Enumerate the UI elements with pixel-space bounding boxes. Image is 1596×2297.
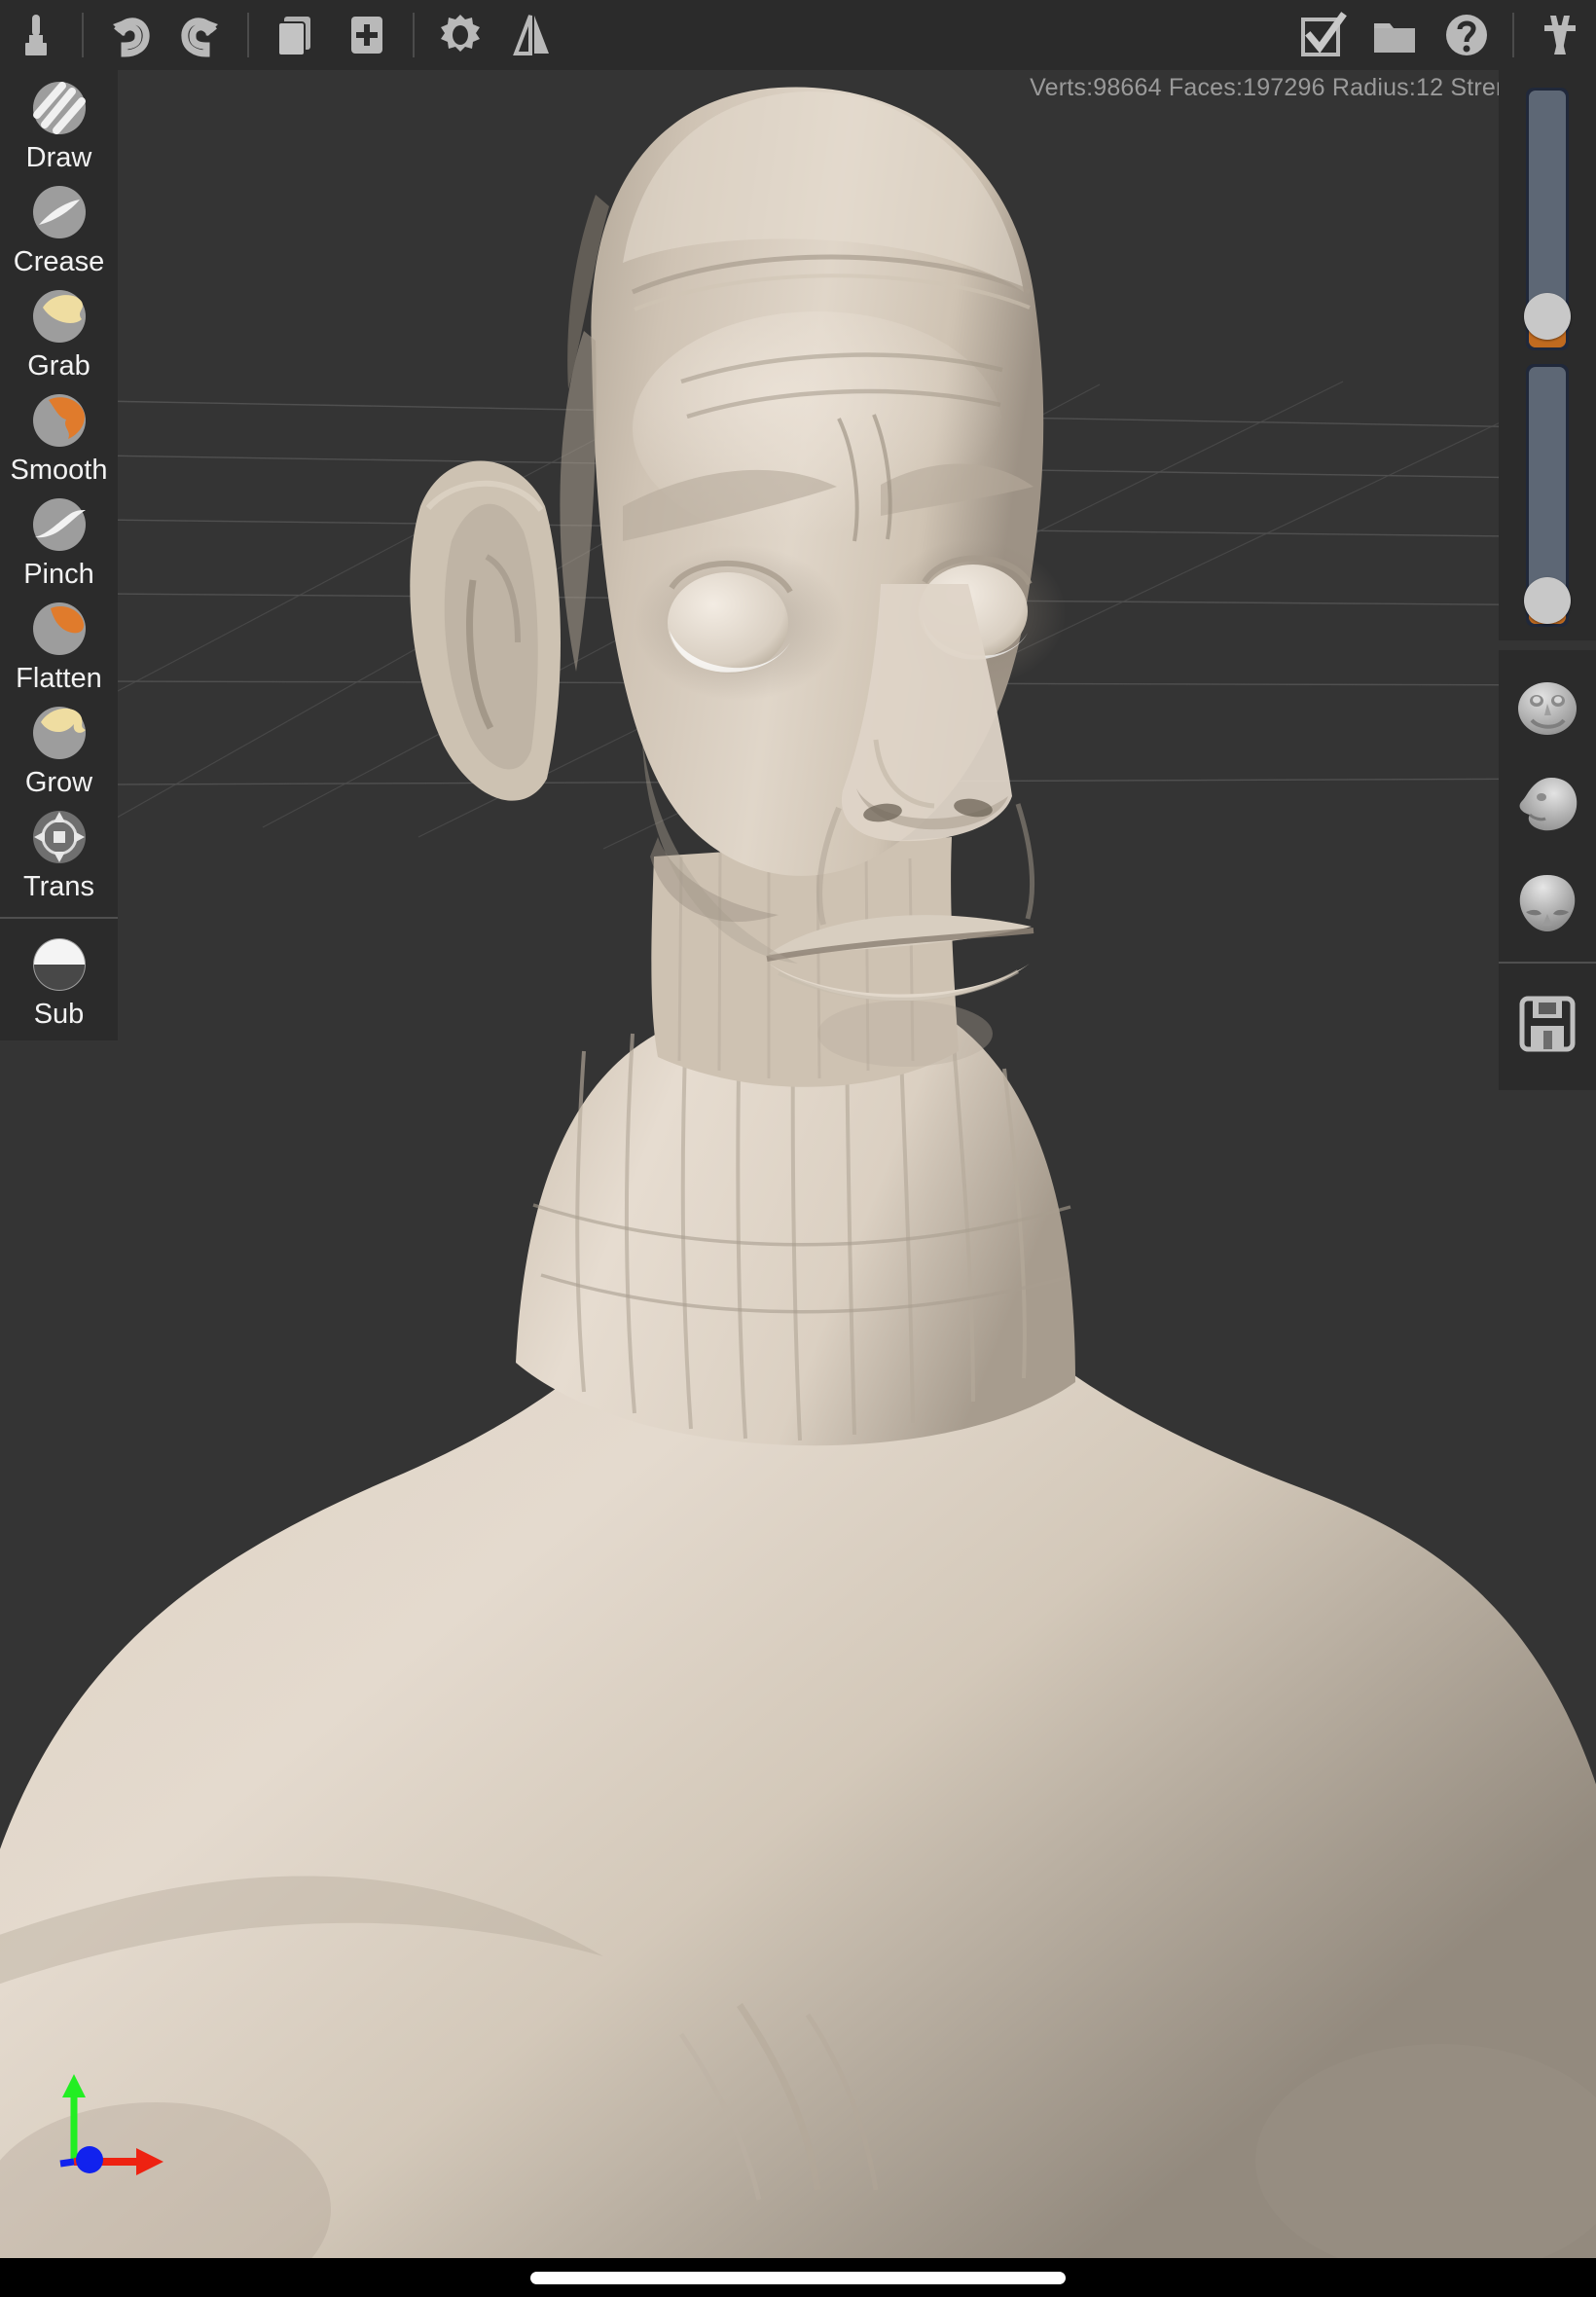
- checkbox-icon: [1301, 12, 1347, 56]
- axis-gizmo[interactable]: [47, 2068, 173, 2185]
- smooth-brush-icon: [29, 390, 90, 451]
- sidebar-item-grow[interactable]: Grow: [0, 695, 118, 799]
- measure-button[interactable]: [1524, 0, 1596, 70]
- preset-head-profile[interactable]: [1499, 757, 1596, 855]
- head-front-preview-icon: [1518, 682, 1577, 735]
- toolbar-divider-4: [1512, 13, 1514, 57]
- layers-button[interactable]: [259, 0, 331, 70]
- toolbar-divider-3: [413, 13, 415, 57]
- open-button[interactable]: [1359, 0, 1431, 70]
- toolbar-divider-2: [247, 13, 249, 57]
- radius-slider[interactable]: [1524, 88, 1571, 350]
- mirror-icon: [513, 15, 549, 55]
- sidebar-item-grab[interactable]: Grab: [0, 278, 118, 383]
- top-toolbar: [0, 0, 1596, 70]
- sidebar-item-pinch[interactable]: Pinch: [0, 487, 118, 591]
- home-indicator[interactable]: [530, 2272, 1066, 2284]
- settings-button[interactable]: [424, 0, 496, 70]
- save-button[interactable]: [1499, 975, 1596, 1073]
- sidebar-group-divider: [0, 917, 118, 919]
- tool-sidebar: Draw Crease Grab Smooth Pinch Flatten Gr…: [0, 70, 118, 1040]
- brush-button[interactable]: [0, 0, 72, 70]
- sidebar-label-crease: Crease: [13, 246, 105, 277]
- add-icon: [351, 17, 382, 54]
- sidebar-label-sub: Sub: [33, 999, 85, 1030]
- sidebar-label-smooth: Smooth: [10, 455, 108, 486]
- undo-button[interactable]: [93, 0, 165, 70]
- sidebar-label-trans: Trans: [22, 871, 95, 902]
- redo-icon: [181, 18, 218, 57]
- strength-slider[interactable]: [1524, 364, 1571, 627]
- preset-head-front[interactable]: [1499, 660, 1596, 757]
- gear-icon: [441, 15, 480, 52]
- save-icon: [1519, 996, 1576, 1052]
- 3d-viewport[interactable]: [0, 0, 1596, 2258]
- undo-icon: [113, 18, 150, 57]
- toolbar-divider-1: [82, 13, 84, 57]
- sidebar-label-flatten: Flatten: [16, 663, 102, 694]
- folder-icon: [1374, 23, 1415, 53]
- caliper-icon: [1544, 16, 1576, 55]
- transform-icon: [29, 807, 90, 867]
- confirm-button[interactable]: [1287, 0, 1359, 70]
- sidebar-item-smooth[interactable]: Smooth: [0, 383, 118, 487]
- grow-brush-icon: [29, 703, 90, 763]
- sculpted-head-model[interactable]: [0, 0, 1596, 2258]
- sidebar-item-flatten[interactable]: Flatten: [0, 591, 118, 695]
- sidebar-label-grow: Grow: [24, 767, 93, 798]
- sidebar-label-grab: Grab: [27, 350, 91, 382]
- add-button[interactable]: [331, 0, 403, 70]
- mesh-stats-readout: Verts:98664 Faces:197296 Radius:12 Stren…: [1030, 74, 1577, 101]
- head-threequarter-preview-icon: [1519, 875, 1576, 931]
- action-block: [1499, 964, 1596, 1090]
- preset-block: [1499, 650, 1596, 962]
- draw-brush-icon: [29, 78, 90, 138]
- sidebar-item-trans[interactable]: Trans: [0, 799, 118, 903]
- head-profile-preview-icon: [1519, 778, 1578, 831]
- sidebar-item-sub[interactable]: Sub: [0, 927, 118, 1031]
- flatten-brush-icon: [29, 599, 90, 659]
- z-axis: [59, 2146, 103, 2173]
- crease-brush-icon: [29, 182, 90, 242]
- sidebar-item-draw[interactable]: Draw: [0, 70, 118, 174]
- slider-block: [1499, 70, 1596, 640]
- home-bar: [0, 2258, 1596, 2297]
- help-button[interactable]: [1431, 0, 1503, 70]
- right-panel-gap-1: [1499, 640, 1596, 650]
- right-panel: [1499, 70, 1596, 1090]
- symmetry-button[interactable]: [496, 0, 568, 70]
- help-icon: [1446, 15, 1487, 55]
- radius-slider-knob[interactable]: [1524, 292, 1571, 340]
- subdivide-icon: [29, 934, 90, 995]
- preset-head-threequarter[interactable]: [1499, 855, 1596, 952]
- sidebar-item-crease[interactable]: Crease: [0, 174, 118, 278]
- grab-brush-icon: [29, 286, 90, 346]
- strength-slider-knob[interactable]: [1524, 577, 1571, 624]
- pinch-brush-icon: [29, 494, 90, 555]
- layers-icon: [277, 17, 310, 56]
- sculpt-app-window: Verts:98664 Faces:197296 Radius:12 Stren…: [0, 0, 1596, 2297]
- redo-button[interactable]: [165, 0, 237, 70]
- sidebar-label-pinch: Pinch: [23, 559, 94, 590]
- sidebar-label-draw: Draw: [25, 142, 92, 173]
- brush-icon: [25, 15, 47, 55]
